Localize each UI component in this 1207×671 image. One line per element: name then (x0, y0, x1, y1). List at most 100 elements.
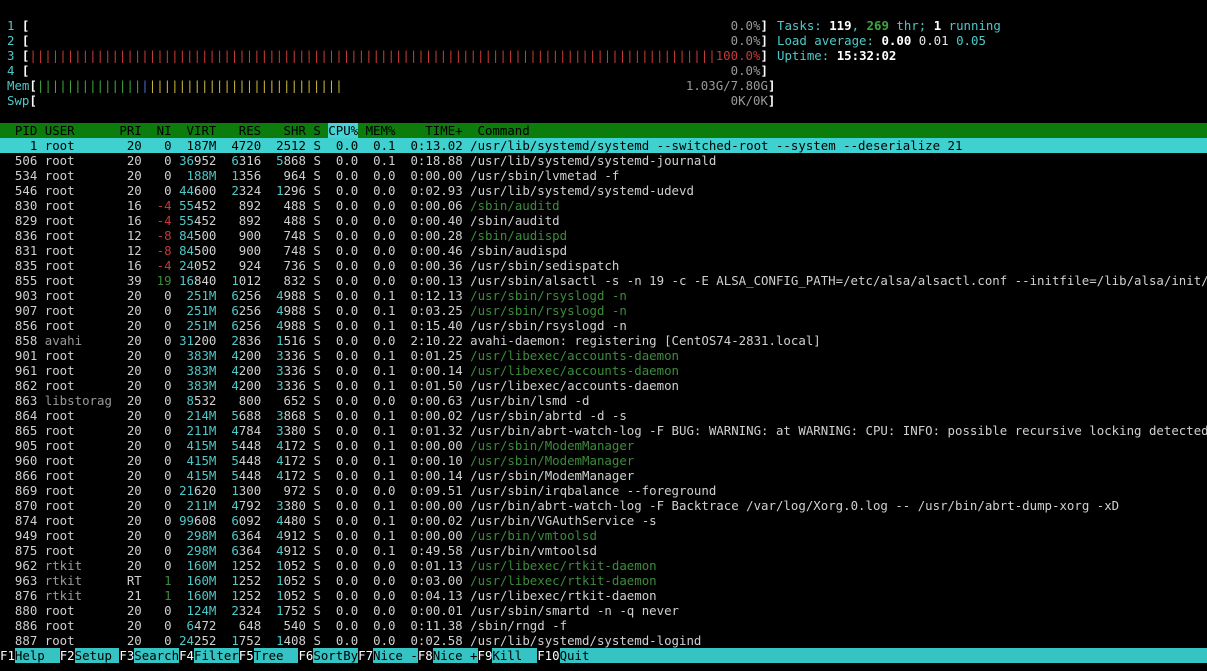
process-row[interactable]: 831 root 12 -8 84500 900 748 S 0.0 0.0 0… (0, 243, 1207, 258)
virt-cell: 415M (186, 453, 217, 468)
col-user[interactable]: USER (45, 123, 120, 138)
function-key-f7[interactable]: F7Nice - (358, 648, 418, 663)
pri-cell: 21 (119, 588, 150, 603)
function-key-f5[interactable]: F5Tree (238, 648, 299, 663)
process-row[interactable]: 907 root 20 0 251M 6256 4988 S 0.0 0.1 0… (0, 303, 1207, 318)
user-cell: root (44, 243, 120, 258)
shr-cell: 3380 (276, 423, 306, 438)
function-key-f2[interactable]: F2Setup (59, 648, 120, 663)
process-row[interactable]: 866 root 20 0 415M 5448 4172 S 0.0 0.1 0… (0, 468, 1207, 483)
user-cell: root (44, 438, 120, 453)
process-row[interactable]: 1 root 20 0 187M 4720 2512 S 0.0 0.1 0:1… (0, 138, 1207, 153)
process-row[interactable]: 880 root 20 0 124M 2324 1752 S 0.0 0.0 0… (0, 603, 1207, 618)
pid-cell: 880 (0, 603, 45, 618)
process-row[interactable]: 960 root 20 0 415M 5448 4172 S 0.0 0.1 0… (0, 453, 1207, 468)
mem-cell: 0.1 (365, 438, 403, 453)
state-cell: S (313, 273, 329, 288)
process-row[interactable]: 830 root 16 -4 55452 892 488 S 0.0 0.0 0… (0, 198, 1207, 213)
cpu-percent: 100.0% (715, 48, 761, 63)
user-cell: root (44, 138, 120, 153)
process-row[interactable]: 865 root 20 0 211M 4784 3380 S 0.0 0.1 0… (0, 423, 1207, 438)
footer-filler (604, 648, 1207, 663)
col-virt[interactable]: VIRT (179, 123, 224, 138)
col-cpu[interactable]: CPU% (328, 123, 359, 138)
process-row[interactable]: 829 root 16 -4 55452 892 488 S 0.0 0.0 0… (0, 213, 1207, 228)
memory-meter: Mem[||||||||||||||||||||||||||||||||||||… (7, 78, 776, 93)
col-time[interactable]: TIME+ (403, 123, 478, 138)
col-res[interactable]: RES (224, 123, 269, 138)
mem-cell: 0.0 (365, 183, 403, 198)
ni-cell: 0 (149, 393, 180, 408)
process-row[interactable]: 835 root 16 -4 24052 924 736 S 0.0 0.0 0… (0, 258, 1207, 273)
col-command[interactable]: Command (478, 123, 530, 138)
command-cell: avahi-daemon: registering [CentOS74-2831… (470, 333, 821, 348)
shr-cell: 4988 (276, 318, 306, 333)
shr-cell: 1752 (276, 603, 306, 618)
process-row[interactable]: 836 root 12 -8 84500 900 748 S 0.0 0.0 0… (0, 228, 1207, 243)
function-key-f9[interactable]: F9Kill (477, 648, 538, 663)
function-key-f4[interactable]: F4Filter (179, 648, 239, 663)
process-row[interactable]: 901 root 20 0 383M 4200 3336 S 0.0 0.1 0… (0, 348, 1207, 363)
cpu-cell: 0.0 (328, 618, 366, 633)
function-key-f3[interactable]: F3Search (119, 648, 180, 663)
virt-cell: 160M (186, 588, 217, 603)
state-cell: S (313, 558, 329, 573)
process-row[interactable]: 886 root 20 0 6472 648 540 S 0.0 0.0 0:1… (0, 618, 1207, 633)
process-row[interactable]: 874 root 20 0 99608 6092 4480 S 0.0 0.1 … (0, 513, 1207, 528)
col-pri[interactable]: PRI (119, 123, 149, 138)
col-pid[interactable]: PID (0, 123, 45, 138)
process-row[interactable]: 870 root 20 0 211M 4792 3380 S 0.0 0.1 0… (0, 498, 1207, 513)
process-row[interactable]: 546 root 20 0 44600 2324 1296 S 0.0 0.0 … (0, 183, 1207, 198)
process-row[interactable]: 903 root 20 0 251M 6256 4988 S 0.0 0.1 0… (0, 288, 1207, 303)
process-row[interactable]: 905 root 20 0 415M 5448 4172 S 0.0 0.1 0… (0, 438, 1207, 453)
process-row[interactable]: 962 rtkit 20 0 160M 1252 1052 S 0.0 0.0 … (0, 558, 1207, 573)
shr-cell: 1052 (276, 588, 306, 603)
shr-cell: 1052 (276, 558, 306, 573)
time-cell: 0:00.36 (402, 258, 471, 273)
process-row[interactable]: 855 root 39 19 16840 1012 832 S 0.0 0.0 … (0, 273, 1207, 288)
pri-cell: 20 (119, 468, 150, 483)
function-key-f6[interactable]: F6SortBy (298, 648, 359, 663)
process-row[interactable]: 869 root 20 0 21620 1300 972 S 0.0 0.0 0… (0, 483, 1207, 498)
function-key-f8[interactable]: F8Nice + (417, 648, 478, 663)
user-cell: rtkit (44, 558, 120, 573)
process-row[interactable]: 864 root 20 0 214M 5688 3868 S 0.0 0.1 0… (0, 408, 1207, 423)
mem-cell: 0.0 (365, 558, 403, 573)
col-state[interactable]: S (313, 123, 328, 138)
pri-cell: 16 (119, 198, 150, 213)
ni-cell: 0 (149, 138, 180, 153)
process-row[interactable]: 863 libstorag 20 0 8532 800 652 S 0.0 0.… (0, 393, 1207, 408)
process-row[interactable]: 856 root 20 0 251M 6256 4988 S 0.0 0.1 0… (0, 318, 1207, 333)
function-key-f1[interactable]: F1Help (0, 648, 60, 663)
state-cell: S (313, 423, 329, 438)
shr-cell: 4988 (276, 303, 306, 318)
res-cell: 1252 (231, 588, 262, 603)
command-cell: /usr/libexec/rtkit-daemon (470, 558, 657, 573)
mem-cell: 0.0 (365, 273, 403, 288)
res-cell: 1252 (231, 573, 262, 588)
process-row[interactable]: 963 rtkit RT 1 160M 1252 1052 S 0.0 0.0 … (0, 573, 1207, 588)
virt-cell: 160M (186, 573, 217, 588)
ni-cell: 0 (149, 168, 180, 183)
process-row[interactable]: 862 root 20 0 383M 4200 3336 S 0.0 0.1 0… (0, 378, 1207, 393)
user-cell: root (44, 198, 120, 213)
function-key-f10[interactable]: F10Quit (537, 648, 605, 663)
process-list[interactable]: 1 root 20 0 187M 4720 2512 S 0.0 0.1 0:1… (0, 138, 1207, 648)
process-row[interactable]: 506 root 20 0 36952 6316 5868 S 0.0 0.1 … (0, 153, 1207, 168)
process-row[interactable]: 876 rtkit 21 1 160M 1252 1052 S 0.0 0.0 … (0, 588, 1207, 603)
process-row[interactable]: 534 root 20 0 188M 1356 964 S 0.0 0.0 0:… (0, 168, 1207, 183)
col-mem[interactable]: MEM% (358, 123, 403, 138)
col-shr[interactable]: SHR (269, 123, 314, 138)
process-row[interactable]: 875 root 20 0 298M 6364 4912 S 0.0 0.1 0… (0, 543, 1207, 558)
virt-cell: 214M (186, 408, 217, 423)
process-row[interactable]: 961 root 20 0 383M 4200 3336 S 0.0 0.1 0… (0, 363, 1207, 378)
process-row[interactable]: 949 root 20 0 298M 6364 4912 S 0.0 0.1 0… (0, 528, 1207, 543)
process-row[interactable]: 887 root 20 0 24252 1752 1408 S 0.0 0.0 … (0, 633, 1207, 648)
user-cell: root (44, 423, 120, 438)
pid-cell: 836 (0, 228, 45, 243)
process-row[interactable]: 858 avahi 20 0 31200 2836 1516 S 0.0 0.0… (0, 333, 1207, 348)
col-ni[interactable]: NI (149, 123, 179, 138)
state-cell: S (313, 498, 329, 513)
mem-cell: 0.1 (365, 318, 403, 333)
ni-cell: 1 (149, 588, 180, 603)
